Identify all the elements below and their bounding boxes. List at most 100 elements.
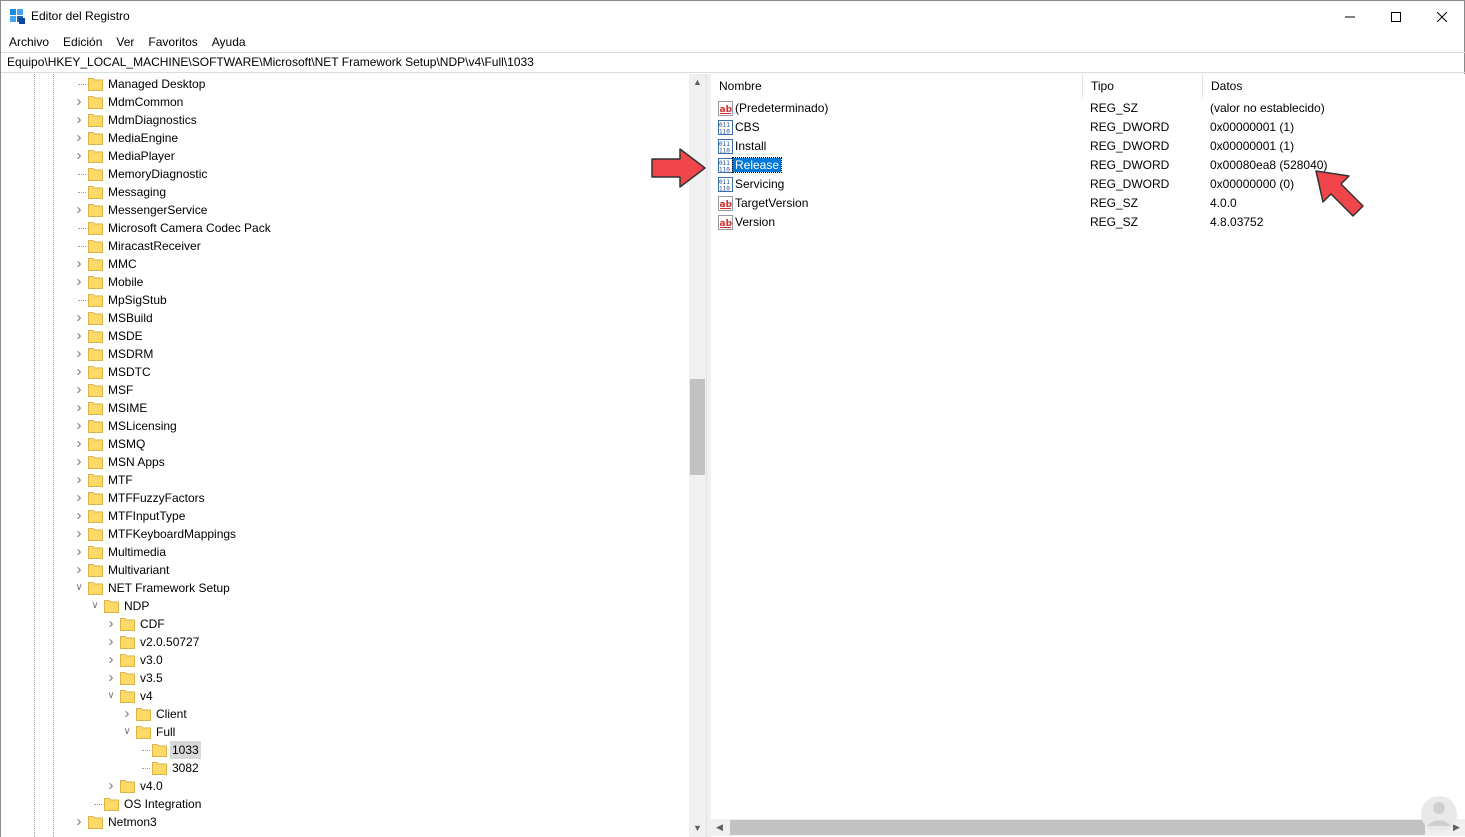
tree-item[interactable]: › MSLicensing (1, 417, 689, 435)
tree-item[interactable]: › MTFKeyboardMappings (1, 525, 689, 543)
tree-item[interactable]: › MdmCommon (1, 93, 689, 111)
tree-item[interactable]: ∨ NET Framework Setup (1, 579, 689, 597)
chevron-right-icon[interactable]: › (74, 454, 84, 469)
tree-item[interactable]: › Client (1, 705, 689, 723)
menu-archivo[interactable]: Archivo (1, 32, 55, 52)
tree-scrollbar-thumb[interactable] (690, 379, 705, 475)
chevron-right-icon[interactable]: › (74, 364, 84, 379)
tree-item[interactable]: › CDF (1, 615, 689, 633)
chevron-right-icon[interactable]: › (74, 436, 84, 451)
maximize-button[interactable] (1373, 1, 1419, 32)
chevron-down-icon[interactable]: ∨ (90, 600, 100, 612)
chevron-down-icon[interactable]: ∨ (74, 582, 84, 594)
chevron-right-icon[interactable]: › (106, 652, 116, 667)
chevron-right-icon[interactable]: › (74, 202, 84, 217)
chevron-right-icon[interactable]: › (106, 778, 116, 793)
chevron-right-icon[interactable]: › (106, 616, 116, 631)
tree-item[interactable]: › MediaPlayer (1, 147, 689, 165)
tree-item[interactable]: MiracastReceiver (1, 237, 689, 255)
close-button[interactable] (1419, 1, 1465, 32)
tree-item[interactable]: › MessengerService (1, 201, 689, 219)
tree-item[interactable]: › MdmDiagnostics (1, 111, 689, 129)
tree-connector (78, 192, 86, 193)
tree-item[interactable]: › v3.0 (1, 651, 689, 669)
folder-icon (88, 132, 103, 145)
column-header-name[interactable]: Nombre (711, 74, 1083, 98)
chevron-down-icon[interactable]: ∨ (106, 690, 116, 702)
chevron-right-icon[interactable]: › (74, 400, 84, 415)
chevron-right-icon[interactable]: › (74, 508, 84, 523)
tree-item[interactable]: 1033 (1, 741, 689, 759)
chevron-right-icon[interactable]: › (74, 310, 84, 325)
value-row[interactable]: 011 110 CBS REG_DWORD 0x00000001 (1) (711, 118, 1465, 137)
chevron-right-icon[interactable]: › (122, 706, 132, 721)
chevron-right-icon[interactable]: › (74, 274, 84, 289)
chevron-right-icon[interactable]: › (74, 382, 84, 397)
value-row[interactable]: 011 110 Install REG_DWORD 0x00000001 (1) (711, 137, 1465, 156)
tree-item[interactable]: 3082 (1, 759, 689, 777)
tree-item[interactable]: › MSDTC (1, 363, 689, 381)
tree-item[interactable]: ∨ Full (1, 723, 689, 741)
scroll-down-arrow-icon[interactable]: ▼ (689, 820, 706, 837)
minimize-button[interactable] (1327, 1, 1373, 32)
chevron-right-icon[interactable]: › (74, 544, 84, 559)
menu-edicion[interactable]: Edición (55, 32, 108, 52)
tree-item[interactable]: MpSigStub (1, 291, 689, 309)
tree-item[interactable]: › MMC (1, 255, 689, 273)
chevron-right-icon[interactable]: › (74, 562, 84, 577)
tree-item[interactable]: MemoryDiagnostic (1, 165, 689, 183)
tree-item[interactable]: › MSBuild (1, 309, 689, 327)
folder-icon (88, 816, 103, 829)
tree-item[interactable]: › v4.0 (1, 777, 689, 795)
tree-item[interactable]: › MSF (1, 381, 689, 399)
tree-item[interactable]: OS Integration (1, 795, 689, 813)
menu-ayuda[interactable]: Ayuda (204, 32, 252, 52)
value-row[interactable]: ab (Predeterminado) REG_SZ (valor no establ… (711, 99, 1465, 118)
chevron-right-icon[interactable]: › (74, 94, 84, 109)
tree-item[interactable]: › MTFInputType (1, 507, 689, 525)
tree-item[interactable]: › v2.0.50727 (1, 633, 689, 651)
chevron-right-icon[interactable]: › (74, 418, 84, 433)
tree-item[interactable]: › Multivariant (1, 561, 689, 579)
tree-item[interactable]: › MSN Apps (1, 453, 689, 471)
chevron-right-icon[interactable]: › (74, 814, 84, 829)
address-bar[interactable]: Equipo\HKEY_LOCAL_MACHINE\SOFTWARE\Micro… (1, 52, 1465, 73)
tree-item[interactable]: ∨ NDP (1, 597, 689, 615)
tree-item[interactable]: › v3.5 (1, 669, 689, 687)
tree-item[interactable]: Managed Desktop (1, 75, 689, 93)
chevron-right-icon[interactable]: › (74, 346, 84, 361)
menu-ver[interactable]: Ver (108, 32, 140, 52)
chevron-right-icon[interactable]: › (74, 526, 84, 541)
tree-item[interactable]: ∨ v4 (1, 687, 689, 705)
column-header-type[interactable]: Tipo (1083, 74, 1203, 98)
column-header-data[interactable]: Datos (1203, 74, 1465, 98)
chevron-right-icon[interactable]: › (74, 130, 84, 145)
chevron-right-icon[interactable]: › (74, 328, 84, 343)
chevron-right-icon[interactable]: › (74, 472, 84, 487)
menu-favoritos[interactable]: Favoritos (140, 32, 203, 52)
tree-item[interactable]: › MSMQ (1, 435, 689, 453)
scroll-up-arrow-icon[interactable]: ▲ (689, 74, 706, 91)
chevron-right-icon[interactable]: › (74, 148, 84, 163)
tree-item[interactable]: › Mobile (1, 273, 689, 291)
chevron-right-icon[interactable]: › (74, 490, 84, 505)
tree-item[interactable]: Microsoft Camera Codec Pack (1, 219, 689, 237)
tree-item[interactable]: › MTF (1, 471, 689, 489)
tree-item[interactable]: › MSDE (1, 327, 689, 345)
chevron-down-icon[interactable]: ∨ (122, 726, 132, 738)
tree-item[interactable]: › MSIME (1, 399, 689, 417)
tree-item[interactable]: › MTFFuzzyFactors (1, 489, 689, 507)
chevron-right-icon[interactable]: › (106, 634, 116, 649)
chevron-right-icon[interactable]: › (74, 112, 84, 127)
tree-item[interactable]: › Netmon3 (1, 813, 689, 831)
chevron-right-icon[interactable]: › (106, 670, 116, 685)
list-horizontal-scrollbar[interactable]: ◀ ▶ (711, 819, 1465, 836)
chevron-right-icon[interactable]: › (74, 256, 84, 271)
tree-item[interactable]: › MediaEngine (1, 129, 689, 147)
list-scrollbar-thumb[interactable] (730, 820, 1425, 835)
tree-connector (78, 228, 86, 229)
tree-item[interactable]: › MSDRM (1, 345, 689, 363)
scroll-left-arrow-icon[interactable]: ◀ (711, 819, 728, 836)
tree-item[interactable]: › Multimedia (1, 543, 689, 561)
tree-item[interactable]: Messaging (1, 183, 689, 201)
